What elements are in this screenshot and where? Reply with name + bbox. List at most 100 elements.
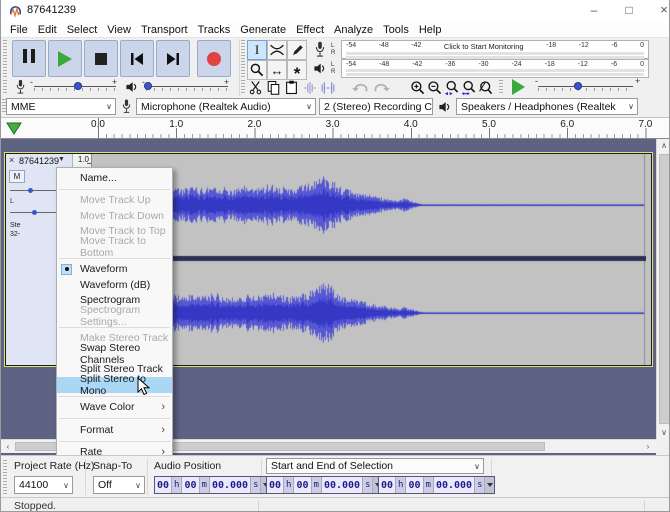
copy-button[interactable]	[265, 79, 282, 96]
time-unit[interactable]: s	[363, 477, 373, 493]
track-name[interactable]: 87641239	[19, 156, 59, 166]
edit-grip[interactable]	[241, 80, 245, 95]
pause-button[interactable]	[12, 40, 46, 77]
playback-device-select[interactable]: Speakers / Headphones (Realtek∨	[456, 98, 638, 115]
scroll-down-icon[interactable]: ∨	[657, 428, 670, 437]
close-button[interactable]: ×	[649, 0, 670, 22]
menu-bar-item[interactable]: File	[5, 24, 33, 36]
menu-bar-item[interactable]: Tracks	[193, 24, 236, 36]
skip-to-start-button[interactable]	[120, 40, 154, 77]
menu-bar-item[interactable]: Analyze	[329, 24, 378, 36]
time-unit[interactable]: m	[424, 477, 434, 493]
time-digits[interactable]: 00	[379, 477, 396, 493]
paste-button[interactable]	[283, 79, 300, 96]
gain-slider-thumb[interactable]	[28, 188, 33, 193]
time-unit[interactable]: h	[396, 477, 406, 493]
selection-tool-button[interactable]: I	[247, 40, 267, 60]
play-at-speed-button[interactable]	[507, 78, 529, 96]
silence-audio-button[interactable]	[319, 79, 336, 96]
snap-to-select[interactable]: Off∨	[93, 476, 145, 494]
skip-to-end-button[interactable]	[156, 40, 190, 77]
menu-item-wave-color[interactable]: Wave Color›	[57, 400, 172, 416]
time-digits[interactable]: 00	[267, 477, 284, 493]
mute-button[interactable]: M	[9, 170, 25, 183]
maximize-button[interactable]: □	[614, 0, 644, 22]
project-rate-select[interactable]: 44100∨	[14, 476, 73, 494]
time-unit[interactable]: m	[312, 477, 322, 493]
time-unit[interactable]: m	[200, 477, 210, 493]
menu-item-waveform[interactable]: Waveform	[57, 262, 172, 278]
time-shift-tool-button[interactable]: ↔	[267, 60, 287, 80]
time-field-dropdown-icon[interactable]	[485, 477, 494, 493]
scroll-right-icon[interactable]: ›	[643, 442, 653, 451]
monitor-hint-text[interactable]: Click to Start Monitoring	[444, 42, 524, 51]
redo-button[interactable]	[372, 79, 391, 96]
time-digits[interactable]: 00.000	[210, 477, 251, 493]
time-digits[interactable]: 00	[182, 477, 199, 493]
time-unit[interactable]: h	[284, 477, 294, 493]
timeline-ruler[interactable]: 0.01.02.03.04.05.06.07.0	[1, 118, 669, 139]
playback-meter[interactable]: -54-48-42-36-30-24-18-12-60	[341, 59, 649, 78]
menu-bar-item[interactable]: Edit	[33, 24, 62, 36]
selection-end-field[interactable]: 00h00m00.000s	[378, 476, 495, 494]
zoom-in-button[interactable]	[409, 79, 426, 96]
fit-selection-button[interactable]	[443, 79, 460, 96]
mixer-grip[interactable]	[3, 80, 7, 95]
tools-grip[interactable]	[241, 40, 245, 78]
record-button[interactable]	[197, 40, 231, 77]
gain-slider[interactable]	[10, 190, 60, 191]
scroll-left-icon[interactable]: ‹	[3, 442, 13, 451]
play-speed-thumb[interactable]	[574, 82, 582, 90]
draw-tool-button[interactable]	[287, 40, 307, 60]
track-close-button[interactable]: ×	[9, 155, 14, 165]
recording-volume-thumb[interactable]	[74, 82, 82, 90]
audio-host-select[interactable]: MME∨	[6, 98, 116, 115]
stop-button[interactable]	[84, 40, 118, 77]
recording-device-select[interactable]: Microphone (Realtek Audio)∨	[136, 98, 316, 115]
multi-tool-button[interactable]: *	[287, 60, 307, 80]
transport-grip[interactable]	[3, 40, 7, 78]
play-speed-slider[interactable]	[538, 86, 633, 87]
menu-item-name[interactable]: Name...	[57, 170, 172, 186]
time-unit[interactable]: h	[172, 477, 182, 493]
vertical-scrollbar[interactable]: ∧ ∨	[656, 139, 670, 439]
pan-slider-thumb[interactable]	[32, 210, 37, 215]
zoom-tool-button[interactable]	[247, 60, 267, 80]
selection-mode-select[interactable]: Start and End of Selection∨	[266, 458, 484, 474]
time-digits[interactable]: 00	[406, 477, 423, 493]
menu-bar-item[interactable]: Transport	[136, 24, 193, 36]
time-digits[interactable]: 00	[294, 477, 311, 493]
time-digits[interactable]: 00	[155, 477, 172, 493]
time-unit[interactable]: s	[475, 477, 485, 493]
time-digits[interactable]: 00.000	[322, 477, 363, 493]
menu-item-split-stereo-to-mono[interactable]: Split Stereo to Mono	[57, 377, 172, 393]
menu-bar-item[interactable]: Select	[62, 24, 103, 36]
selection-start-field[interactable]: 00h00m00.000s	[266, 476, 383, 494]
envelope-tool-button[interactable]	[267, 40, 287, 60]
pin-playhead-icon[interactable]	[6, 122, 22, 135]
audio-position-field[interactable]: 00h00m00.000s	[154, 476, 271, 494]
menu-bar-item[interactable]: Help	[414, 24, 447, 36]
cut-button[interactable]	[247, 79, 264, 96]
menu-item-format[interactable]: Format›	[57, 422, 172, 438]
vertical-scroll-thumb[interactable]	[659, 154, 670, 424]
menu-bar-item[interactable]: Generate	[235, 24, 291, 36]
scroll-up-icon[interactable]: ∧	[657, 141, 670, 150]
minimize-button[interactable]: –	[579, 0, 609, 22]
zoom-toggle-button[interactable]	[477, 79, 494, 96]
time-unit[interactable]: s	[251, 477, 261, 493]
recording-meter[interactable]: -54 -48 -42 Click to Start Monitoring -1…	[341, 40, 649, 59]
menu-item-waveform-db[interactable]: Waveform (dB)	[57, 277, 172, 293]
play-at-speed-grip[interactable]	[499, 80, 503, 95]
menu-item-swap-stereo-channels[interactable]: Swap Stereo Channels	[57, 346, 172, 362]
selection-toolbar-grip[interactable]	[3, 460, 7, 494]
trim-audio-button[interactable]	[301, 79, 318, 96]
time-digits[interactable]: 00.000	[434, 477, 475, 493]
menu-bar-item[interactable]: Effect	[291, 24, 329, 36]
playback-volume-thumb[interactable]	[144, 82, 152, 90]
fit-project-button[interactable]	[460, 79, 477, 96]
stereo-waveform[interactable]	[91, 154, 646, 365]
track-menu-dropdown[interactable]: ▼	[58, 156, 65, 163]
zoom-out-button[interactable]	[426, 79, 443, 96]
playback-volume-slider[interactable]	[146, 86, 228, 87]
